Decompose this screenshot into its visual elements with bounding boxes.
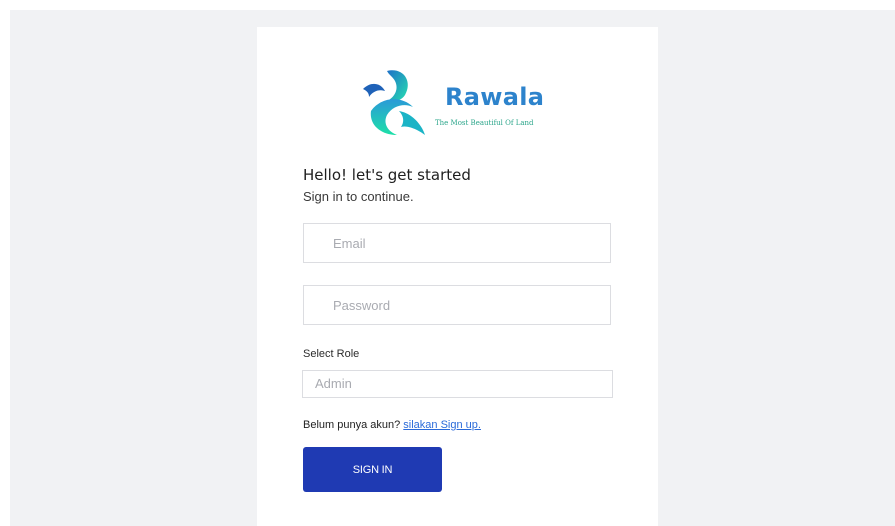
page-subtitle: Sign in to continue. [303, 189, 414, 204]
password-field[interactable] [303, 285, 611, 325]
signup-link[interactable]: silakan Sign up. [403, 419, 481, 431]
brand-logo: Rawala The Most Beautiful Of Land [361, 67, 561, 139]
signup-prompt-text: Belum punya akun? [303, 419, 401, 431]
sign-in-button[interactable]: SIGN IN [303, 447, 442, 492]
brand-tagline: The Most Beautiful Of Land [435, 119, 534, 127]
brand-name: Rawala [445, 83, 545, 111]
role-label: Select Role [303, 348, 360, 360]
email-field[interactable] [303, 223, 611, 263]
bird-logo-icon [363, 70, 425, 135]
login-card: Rawala The Most Beautiful Of Land Hello!… [257, 27, 658, 526]
role-select-value: Admin [315, 376, 352, 391]
role-select[interactable]: Admin [302, 370, 613, 398]
signup-prompt: Belum punya akun? silakan Sign up. [303, 419, 481, 431]
page-title: Hello! let's get started [303, 166, 471, 184]
